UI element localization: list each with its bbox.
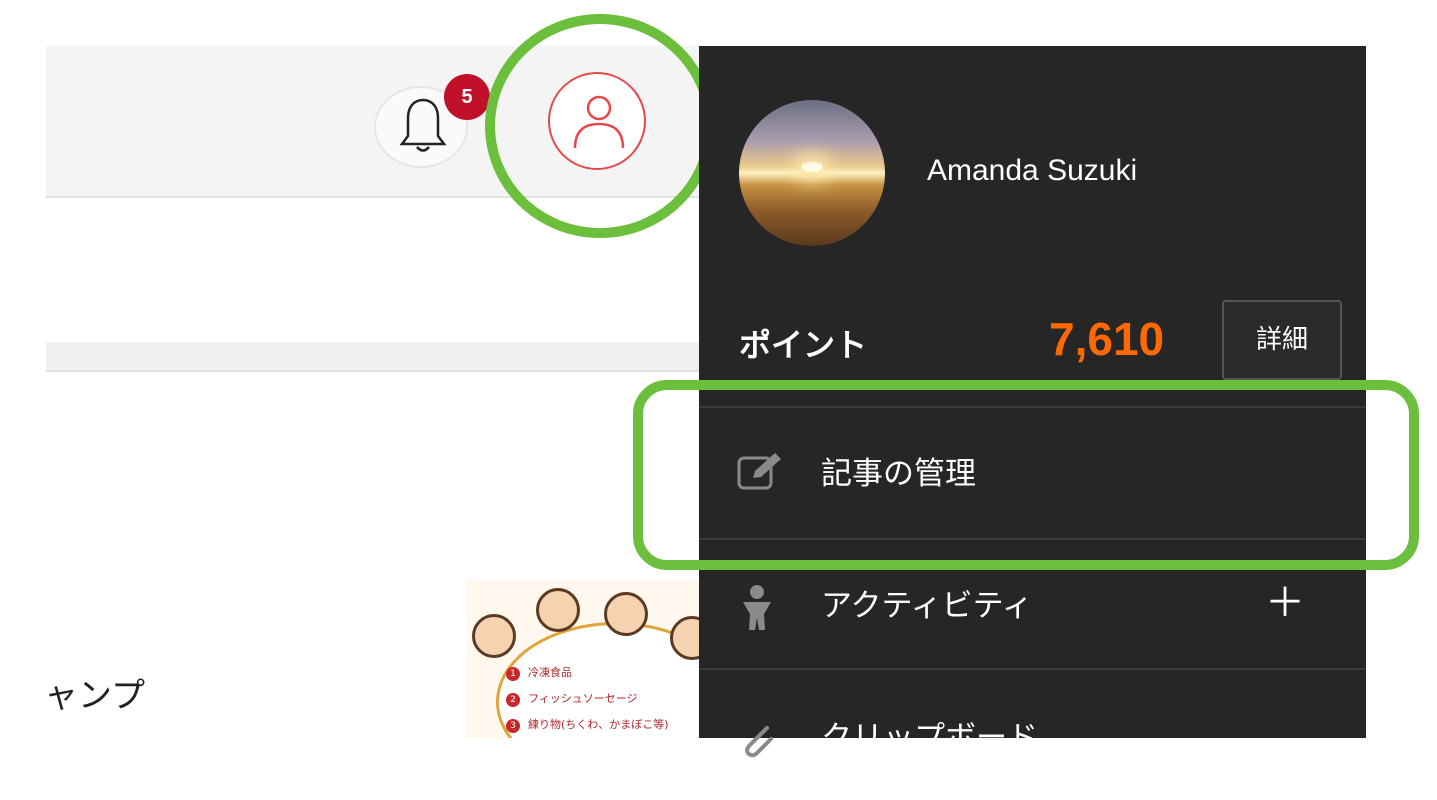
article-title-fragment: ャンプ bbox=[44, 676, 145, 716]
avatar[interactable] bbox=[739, 100, 885, 246]
cartoon-child bbox=[472, 614, 516, 658]
bell-icon bbox=[399, 98, 447, 152]
points-label: ポイント bbox=[739, 326, 868, 364]
menu-item-label: クリップボード bbox=[821, 720, 1038, 756]
points-detail-button[interactable]: 詳細 bbox=[1222, 300, 1342, 380]
highlight-user-button bbox=[485, 14, 715, 238]
thumbnail-list: 1 冷凍食品 2 フィッシュソーセージ 3 練り物(ちくわ、かまぼこ等) bbox=[506, 660, 669, 738]
menu-item-label: アクティビティ bbox=[821, 588, 1033, 624]
person-icon bbox=[743, 585, 771, 630]
notification-count-badge: 5 bbox=[444, 74, 490, 120]
cartoon-child bbox=[536, 588, 580, 632]
thumbnail-list-item: 3 練り物(ちくわ、かまぼこ等) bbox=[506, 712, 669, 738]
expand-plus-icon[interactable]: ＋ bbox=[1265, 570, 1305, 628]
thumbnail-list-item: 2 フィッシュソーセージ bbox=[506, 686, 669, 712]
user-name[interactable]: Amanda Suzuki bbox=[927, 154, 1137, 188]
points-value: 7,610 bbox=[1049, 313, 1165, 365]
thumbnail-list-item: 1 冷凍食品 bbox=[506, 660, 669, 686]
avatar-sun bbox=[801, 162, 823, 172]
menu-item-clipboard[interactable]: クリップボード bbox=[699, 670, 1366, 800]
secondary-bar bbox=[46, 342, 706, 372]
paperclip-icon bbox=[745, 726, 773, 758]
article-thumbnail[interactable]: 1 冷凍食品 2 フィッシュソーセージ 3 練り物(ちくわ、かまぼこ等) bbox=[466, 580, 700, 738]
highlight-article-management bbox=[633, 380, 1419, 570]
cartoon-child bbox=[604, 592, 648, 636]
